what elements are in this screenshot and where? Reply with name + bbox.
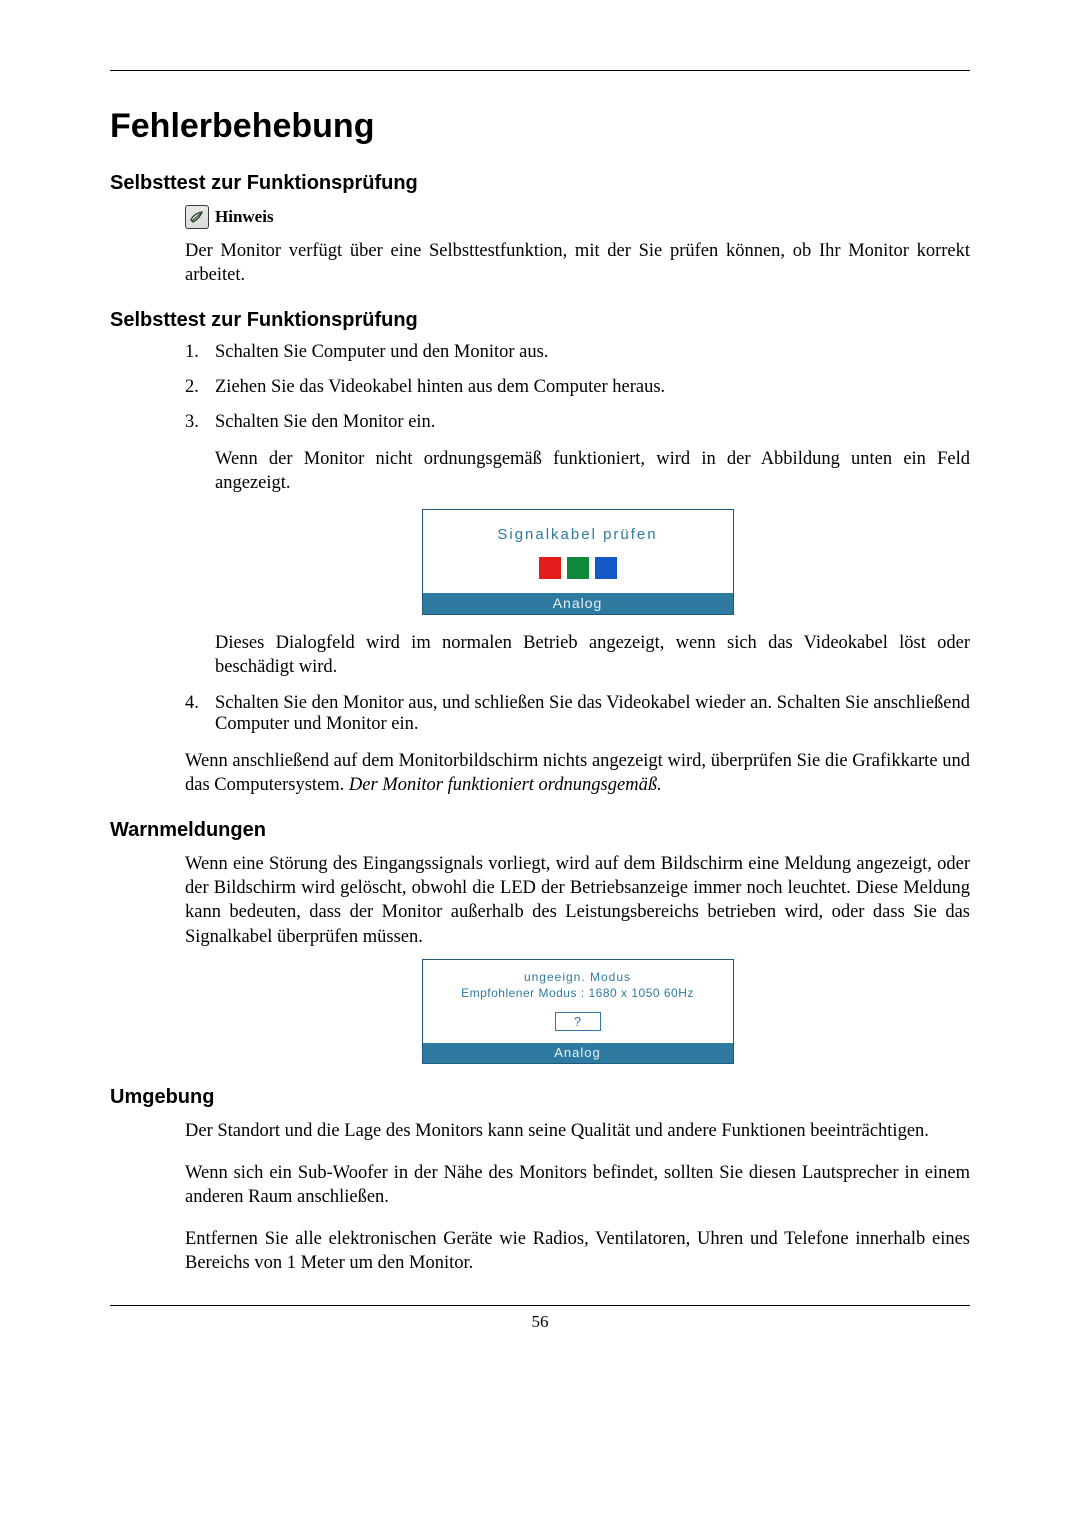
dialog-body: ungeeign. Modus Empfohlener Modus : 1680…	[423, 960, 733, 1043]
step-text: Ziehen Sie das Videokabel hinten aus dem…	[215, 377, 970, 398]
section-umgebung: Umgebung	[110, 1086, 970, 1109]
document-page: Fehlerbehebung Selbsttest zur Funktionsp…	[0, 0, 1080, 1372]
step-number: 4.	[185, 693, 215, 735]
hinweis-body: Der Monitor verfügt über eine Selbsttest…	[185, 239, 970, 287]
monitor-dialog-signalcable: Signalkabel prüfen Analog	[422, 509, 734, 615]
monitor-dialog-mode: ungeeign. Modus Empfohlener Modus : 1680…	[422, 959, 734, 1064]
dialog-mode-line1: ungeeign. Modus	[427, 970, 729, 984]
footer-area: 56	[110, 1305, 970, 1332]
page-title: Fehlerbehebung	[110, 107, 970, 146]
page-number: 56	[110, 1312, 970, 1332]
warn-block: Wenn eine Störung des Eingangssignals vo…	[185, 852, 970, 1063]
step-3: 3. Schalten Sie den Monitor ein.	[185, 412, 970, 433]
hinweis-label: Hinweis	[215, 207, 274, 227]
dialog-footer: Analog	[423, 593, 733, 614]
after-steps-text-b: Der Monitor funktioniert ordnungsgemäß.	[349, 775, 662, 795]
step-2: 2. Ziehen Sie das Videokabel hinten aus …	[185, 377, 970, 398]
section-warnmeldungen: Warnmeldungen	[110, 819, 970, 842]
step-number: 2.	[185, 377, 215, 398]
top-rule	[110, 70, 970, 71]
step-text: Schalten Sie den Monitor aus, und schlie…	[215, 693, 970, 735]
steps-block: 1. Schalten Sie Computer und den Monitor…	[185, 342, 970, 797]
dialog-title: Signalkabel prüfen	[425, 512, 731, 551]
note-icon	[185, 205, 209, 229]
umgebung-p1: Der Standort und die Lage des Monitors k…	[185, 1119, 970, 1143]
color-square-blue	[595, 557, 617, 579]
dialog-mode-line2: Empfohlener Modus : 1680 x 1050 60Hz	[427, 986, 729, 1000]
step-text: Schalten Sie Computer und den Monitor au…	[215, 342, 970, 363]
step-3-subtext-a: Wenn der Monitor nicht ordnungsgemäß fun…	[215, 447, 970, 495]
hinweis-block: Hinweis Der Monitor verfügt über eine Se…	[185, 205, 970, 287]
umgebung-p3: Entfernen Sie alle elektronischen Geräte…	[185, 1227, 970, 1275]
step-text: Schalten Sie den Monitor ein.	[215, 412, 970, 433]
step-3-subtext-b: Dieses Dialogfeld wird im normalen Betri…	[215, 631, 970, 679]
color-square-red	[539, 557, 561, 579]
after-steps-paragraph: Wenn anschließend auf dem Monitorbildsch…	[185, 749, 970, 797]
step-1: 1. Schalten Sie Computer und den Monitor…	[185, 342, 970, 363]
hinweis-row: Hinweis	[185, 205, 970, 229]
dialog-inner: Signalkabel prüfen	[423, 510, 733, 593]
section-selftest-2: Selbsttest zur Funktionsprüfung	[110, 309, 970, 332]
steps-list: 1. Schalten Sie Computer und den Monitor…	[185, 342, 970, 433]
bottom-rule	[110, 1305, 970, 1306]
umgebung-block: Der Standort und die Lage des Monitors k…	[185, 1119, 970, 1275]
step-number: 1.	[185, 342, 215, 363]
section-selftest-1: Selbsttest zur Funktionsprüfung	[110, 172, 970, 195]
color-square-green	[567, 557, 589, 579]
dialog-footer: Analog	[423, 1043, 733, 1063]
step-4: 4. Schalten Sie den Monitor aus, und sch…	[185, 693, 970, 735]
dialog-question-box: ?	[555, 1012, 601, 1031]
color-squares	[425, 551, 731, 591]
steps-list-cont: 4. Schalten Sie den Monitor aus, und sch…	[185, 693, 970, 735]
step-number: 3.	[185, 412, 215, 433]
umgebung-p2: Wenn sich ein Sub-Woofer in der Nähe des…	[185, 1161, 970, 1209]
warn-body: Wenn eine Störung des Eingangssignals vo…	[185, 852, 970, 948]
